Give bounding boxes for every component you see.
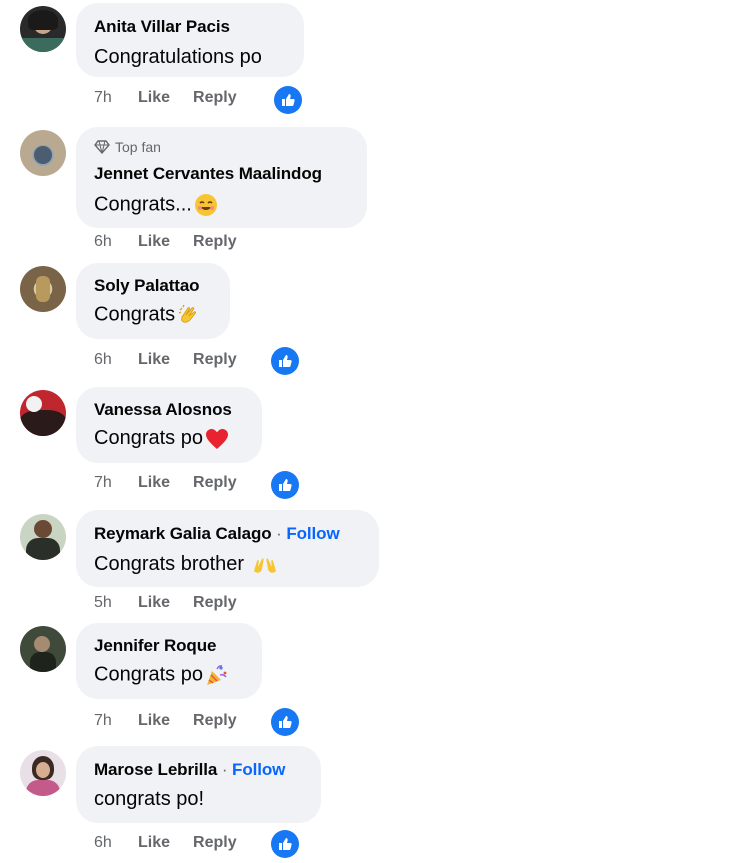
comment-text: Congratulations po <box>94 46 262 68</box>
avatar[interactable] <box>20 626 66 672</box>
top-fan-badge: Top fan <box>94 139 161 155</box>
comment-time[interactable]: 7h <box>94 474 138 492</box>
comment-bubble: Soly Palattao Congrats <box>76 263 230 339</box>
smiling-face-emoji <box>194 194 217 216</box>
reply-button[interactable]: Reply <box>193 594 237 612</box>
party-popper-emoji <box>206 665 227 685</box>
comment-text: Congrats <box>94 303 201 327</box>
comment-time[interactable]: 7h <box>94 712 138 730</box>
commenter-name-link[interactable]: Reymark Galia Calago <box>94 524 272 543</box>
commenter-name[interactable]: Jennifer Roque <box>94 636 216 656</box>
follow-button[interactable]: Follow <box>232 760 285 779</box>
reply-button[interactable]: Reply <box>193 712 237 730</box>
avatar[interactable] <box>20 6 66 52</box>
comment-actions: 7h Like Reply <box>94 89 260 107</box>
avatar[interactable] <box>20 266 66 312</box>
comment-time[interactable]: 6h <box>94 233 138 251</box>
commenter-name[interactable]: Vanessa Alosnos <box>94 400 232 420</box>
comment-text: congrats po! <box>94 788 205 810</box>
reply-button[interactable]: Reply <box>193 351 237 369</box>
comment-actions: 7h Like Reply <box>94 474 260 492</box>
like-icon[interactable] <box>271 347 299 375</box>
comment-actions: 6h Like Reply <box>94 834 260 852</box>
comment-text: Congrats po <box>94 663 229 687</box>
like-button[interactable]: Like <box>138 351 170 369</box>
reply-button[interactable]: Reply <box>193 233 237 251</box>
comment-time[interactable]: 7h <box>94 89 138 107</box>
comment-text: Congrats... <box>94 193 218 217</box>
comment-bubble: Vanessa Alosnos Congrats po <box>76 387 262 463</box>
avatar[interactable] <box>20 750 66 796</box>
follow-button[interactable]: Follow <box>286 524 339 543</box>
red-heart-emoji <box>205 428 228 449</box>
commenter-name[interactable]: Jennet Cervantes Maalindog <box>94 164 322 184</box>
separator-dot: · <box>276 524 282 543</box>
reply-button[interactable]: Reply <box>193 834 237 852</box>
like-button[interactable]: Like <box>138 233 170 251</box>
comment-time[interactable]: 6h <box>94 834 138 852</box>
comment-bubble: Marose Lebrilla · Follow congrats po! <box>76 746 321 823</box>
commenter-name: Marose Lebrilla · Follow <box>94 760 285 780</box>
reply-button[interactable]: Reply <box>193 474 237 492</box>
comment-bubble: Anita Villar Pacis Congratulations po <box>76 3 304 77</box>
comment-actions: 7h Like Reply <box>94 712 260 730</box>
commenter-name[interactable]: Soly Palattao <box>94 276 200 296</box>
diamond-icon <box>94 140 110 154</box>
comment-text: Congrats po <box>94 427 229 450</box>
commenter-name-link[interactable]: Marose Lebrilla <box>94 760 217 779</box>
avatar[interactable] <box>20 514 66 560</box>
reply-button[interactable]: Reply <box>193 89 237 107</box>
comment-text: Congrats brother <box>94 553 278 576</box>
comment-bubble: Jennifer Roque Congrats po <box>76 623 262 699</box>
comment-actions: 6h Like Reply <box>94 351 260 369</box>
like-button[interactable]: Like <box>138 594 170 612</box>
separator-dot: · <box>221 760 228 779</box>
comment-actions: 6h Like Reply <box>94 233 260 251</box>
comment-time[interactable]: 5h <box>94 594 138 612</box>
like-button[interactable]: Like <box>138 89 170 107</box>
comment-actions: 5h Like Reply <box>94 594 260 612</box>
like-button[interactable]: Like <box>138 834 170 852</box>
avatar[interactable] <box>20 390 66 436</box>
like-button[interactable]: Like <box>138 712 170 730</box>
commenter-name: Reymark Galia Calago · Follow <box>94 524 340 544</box>
badge-label: Top fan <box>115 139 161 155</box>
commenter-name[interactable]: Anita Villar Pacis <box>94 17 230 37</box>
like-button[interactable]: Like <box>138 474 170 492</box>
like-icon[interactable] <box>271 830 299 858</box>
comment-time[interactable]: 6h <box>94 351 138 369</box>
raising-hands-emoji <box>253 558 276 573</box>
comment-bubble: Reymark Galia Calago · Follow Congrats b… <box>76 510 379 587</box>
like-icon[interactable] <box>271 471 299 499</box>
avatar[interactable] <box>20 130 66 176</box>
like-icon[interactable] <box>274 86 302 114</box>
clapping-hands-emoji <box>178 304 197 323</box>
like-icon[interactable] <box>271 708 299 736</box>
comment-bubble: Top fan Jennet Cervantes Maalindog Congr… <box>76 127 367 228</box>
